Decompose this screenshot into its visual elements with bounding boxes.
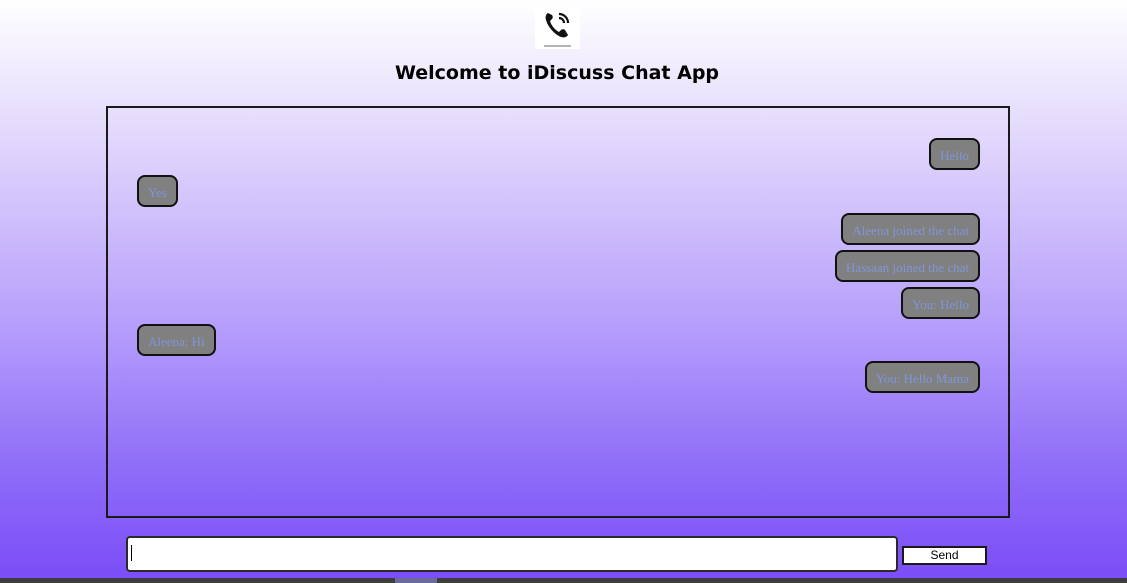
chat-container[interactable]: Hello Yes Aleena joined the chat Hassaan… bbox=[106, 106, 1010, 518]
message-bubble: Hassaan joined the chat bbox=[834, 250, 980, 282]
text-caret bbox=[131, 545, 132, 561]
message-bubble: You: Hello Mama bbox=[864, 361, 980, 393]
message-bubble: Hello bbox=[929, 138, 980, 170]
page-title: Welcome to iDiscuss Chat App bbox=[394, 62, 720, 84]
message-bubble: Aleena: Hi bbox=[137, 324, 216, 356]
app-logo bbox=[535, 6, 580, 49]
message-bubble: Yes bbox=[137, 175, 178, 207]
taskbar-edge bbox=[0, 578, 1127, 583]
logo-caption-line bbox=[544, 45, 571, 47]
message-bubble: Aleena joined the chat bbox=[841, 213, 980, 245]
taskbar-active-segment bbox=[395, 578, 437, 583]
message-bubble: You: Hello bbox=[901, 287, 980, 319]
message-input[interactable] bbox=[126, 536, 898, 572]
send-button[interactable]: Send bbox=[902, 546, 987, 565]
phone-icon bbox=[545, 12, 570, 38]
